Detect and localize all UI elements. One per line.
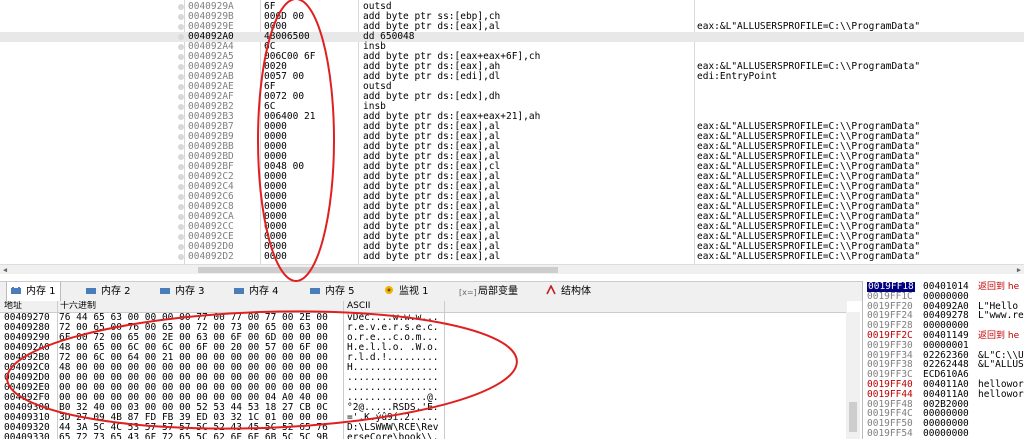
tab-locals[interactable]: [x=]局部变量 [455,282,522,301]
tab-memory-2[interactable]: 内存 2 [82,282,135,301]
tab-watch-1[interactable]: 监视 1 [380,282,433,301]
scroll-right-icon[interactable]: ▶ [1014,265,1024,274]
breakpoint-dot-icon[interactable] [178,164,184,170]
dump-hex-bytes[interactable]: 65 72 73 65 43 6F 72 65 5C 62 6F 6F 6B 5… [59,433,328,439]
scroll-left-icon[interactable]: ◀ [0,265,10,274]
memory-tab-bar: 内存 1 内存 2 内存 3 内存 4 内存 5 监视 1 [x=]局部变量 结… [0,281,862,303]
breakpoint-dot-icon[interactable] [178,54,184,60]
column-divider [343,301,344,439]
disasm-instruction: add byte ptr ds:[eax],al [363,251,501,262]
tab-memory-3[interactable]: 内存 3 [156,282,209,301]
breakpoint-dot-icon[interactable] [178,44,184,50]
disasm-row[interactable]: 004092AE 6F outsd [0,82,1024,92]
memory-icon [160,283,170,294]
breakpoint-dot-icon[interactable] [178,214,184,220]
dump-address: 00409330 [4,432,50,439]
breakpoint-dot-icon[interactable] [178,154,184,160]
disasm-comment: eax:&L"ALLUSERSPROFILE=C:\\ProgramData" [697,21,921,32]
stack-row[interactable]: 0019FF54 00000000 [863,429,1024,439]
breakpoint-dot-icon[interactable] [178,4,184,10]
breakpoint-dot-icon[interactable] [178,14,184,20]
breakpoint-dot-icon[interactable] [178,24,184,30]
disasm-row[interactable]: 004092A0 48006500 dd 650048 [0,32,1024,42]
disasm-row[interactable]: 0040929A 6F outsd [0,2,1024,12]
column-divider [444,301,445,439]
breakpoint-dot-icon[interactable] [178,144,184,150]
stack-comment: 返回到 he [978,331,1020,341]
breakpoint-dot-icon[interactable] [178,104,184,110]
disasm-horizontal-scrollbar[interactable]: ◀ ▶ [0,264,1024,274]
breakpoint-dot-icon[interactable] [178,84,184,90]
tab-memory-1[interactable]: 内存 1 [6,282,61,301]
memory-icon [310,283,320,294]
breakpoint-dot-icon[interactable] [178,74,184,80]
disasm-row[interactable]: 004092D2 0000 add byte ptr ds:[eax],al eax:… [0,252,1024,262]
breakpoint-dot-icon[interactable] [178,64,184,70]
disasm-address: 004092D2 [188,251,234,262]
breakpoint-dot-icon[interactable] [178,194,184,200]
breakpoint-dot-icon[interactable] [178,34,184,40]
disasm-row[interactable]: 004092AF 0072 00 add byte ptr ds:[edx],dh [0,92,1024,102]
breakpoint-dot-icon[interactable] [178,254,184,260]
stack-view[interactable]: 0019FF18 00401014 返回到 he 0019FF1C 00000000 00… [862,281,1024,439]
disasm-row[interactable]: 0040929E 0000 add byte ptr ds:[eax],al eax:… [0,22,1024,32]
tab-memory-4[interactable]: 内存 4 [230,282,283,301]
column-divider [57,301,58,439]
stack-comment: &L"ALLUS [978,359,1024,371]
dump-vertical-scrollbar[interactable] [846,312,860,439]
disasm-comment: eax:&L"ALLUSERSPROFILE=C:\\ProgramData" [697,251,921,262]
disasm-comment: edi:EntryPoint [697,71,778,82]
struct-icon [546,283,556,295]
dump-ascii[interactable]: erseCore\book\\. [347,433,439,439]
breakpoint-dot-icon[interactable] [178,174,184,180]
stack-value: 00000000 [923,428,969,439]
memory-icon [234,283,244,294]
watch-icon [384,283,394,294]
breakpoint-dot-icon[interactable] [178,184,184,190]
stack-comment: L"www.re [978,310,1024,322]
disasm-bytes: 0000 [264,251,287,262]
breakpoint-dot-icon[interactable] [178,114,184,120]
tab-memory-5[interactable]: 内存 5 [306,282,359,301]
scroll-thumb[interactable] [849,402,857,432]
breakpoint-dot-icon[interactable] [178,234,184,240]
breakpoint-dot-icon[interactable] [178,124,184,130]
dump-row[interactable]: 00409330 65 72 73 65 43 6F 72 65 5C 62 6F… [0,433,862,439]
memory-icon [11,283,21,294]
stack-comment: helloworl [978,388,1024,400]
memory-dump-view[interactable]: 地址 十六进制 ASCII 00409270 76 44 65 63 00 00 … [0,301,862,439]
disasm-row[interactable]: 004092A9 0020 add byte ptr ds:[eax],ah eax:… [0,62,1024,72]
stack-address: 0019FF54 [867,428,913,439]
disassembly-view[interactable]: 0040929A 6F outsd 0040929B 006D 00 add byte p… [0,0,1024,274]
breakpoint-dot-icon[interactable] [178,204,184,210]
stack-comment: 返回到 he [978,282,1020,292]
breakpoint-dot-icon[interactable] [178,134,184,140]
breakpoint-dot-icon[interactable] [178,244,184,250]
disasm-row[interactable]: 004092AB 0057 00 add byte ptr ds:[edi],dl e… [0,72,1024,82]
tab-struct[interactable]: 结构体 [542,282,595,301]
scroll-thumb[interactable] [198,267,558,273]
memory-icon [86,283,96,294]
locals-icon: [x=] [459,288,477,297]
breakpoint-dot-icon[interactable] [178,94,184,100]
breakpoint-dot-icon[interactable] [178,224,184,230]
